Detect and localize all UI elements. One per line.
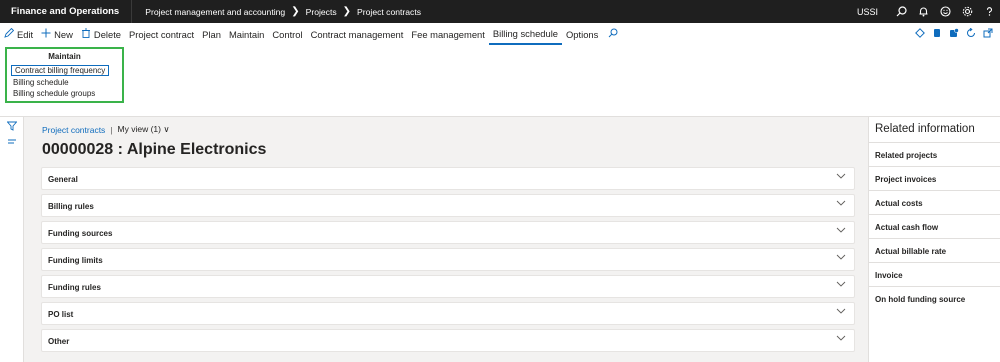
- edit-label: Edit: [17, 28, 34, 40]
- tab-project-contract[interactable]: Project contract: [125, 23, 198, 45]
- fasttab-funding-sources[interactable]: Funding sources: [41, 221, 855, 244]
- chevron-right-icon: ❯: [291, 6, 300, 17]
- topbar-right: USSI: [857, 0, 1000, 23]
- tab-fee-management[interactable]: Fee management: [407, 23, 488, 45]
- delete-label: Delete: [93, 28, 122, 40]
- tab-maintain[interactable]: Maintain: [225, 23, 268, 45]
- search-icon[interactable]: [608, 28, 618, 41]
- fasttab-po-list[interactable]: PO list: [41, 302, 855, 325]
- billing-schedule-groups-button[interactable]: Billing schedule groups: [13, 89, 95, 98]
- fasttab-funding-limits[interactable]: Funding limits: [41, 248, 855, 271]
- chevron-down-icon: [836, 334, 846, 344]
- attachment-icon[interactable]: [945, 27, 962, 41]
- group-title: Maintain: [48, 52, 81, 61]
- fasttab-label: Funding rules: [48, 283, 101, 292]
- view-selector[interactable]: My view (1) ∨: [118, 124, 170, 135]
- fasttab-general[interactable]: General: [41, 167, 855, 190]
- office-icon[interactable]: [928, 28, 945, 41]
- tab-plan[interactable]: Plan: [198, 23, 225, 45]
- maintain-group-highlight: Maintain Contract billing frequency Bill…: [5, 47, 124, 103]
- view-label: My view (1): [117, 124, 161, 134]
- actual-billable-rate-link[interactable]: Actual billable rate: [869, 238, 1000, 262]
- fasttab-label: PO list: [48, 310, 74, 319]
- on-hold-funding-source-link[interactable]: On hold funding source: [869, 286, 1000, 310]
- search-icon[interactable]: [890, 0, 912, 23]
- chevron-down-icon: [836, 307, 846, 317]
- chevron-down-icon: ∨: [163, 124, 170, 134]
- fasttab-billing-rules[interactable]: Billing rules: [41, 194, 855, 217]
- new-button[interactable]: New: [37, 23, 77, 45]
- pencil-icon: [4, 27, 15, 41]
- related-projects-link[interactable]: Related projects: [869, 142, 1000, 166]
- fasttab-other[interactable]: Other: [41, 329, 855, 352]
- tab-contract-management[interactable]: Contract management: [307, 23, 408, 45]
- top-nav-bar: Finance and Operations Project managemen…: [0, 0, 1000, 23]
- ribbon-panel: Maintain Contract billing frequency Bill…: [0, 45, 1000, 117]
- fasttab-label: Billing rules: [48, 202, 94, 211]
- smiley-icon[interactable]: [934, 0, 956, 23]
- fasttab-funding-rules[interactable]: Funding rules: [41, 275, 855, 298]
- chevron-down-icon: [836, 253, 846, 263]
- related-info-title: Related information: [875, 123, 975, 135]
- delete-button[interactable]: Delete: [77, 23, 125, 45]
- crumb-project-contracts[interactable]: Project contracts: [357, 7, 421, 17]
- tab-control[interactable]: Control: [268, 23, 306, 45]
- breadcrumb-separator: |: [110, 124, 113, 135]
- trash-icon: [81, 28, 91, 41]
- fasttab-label: Other: [48, 337, 70, 346]
- diamond-icon[interactable]: [911, 27, 928, 41]
- edit-button[interactable]: Edit: [0, 23, 37, 45]
- new-label: New: [54, 28, 73, 40]
- open-new-window-icon[interactable]: [979, 28, 996, 41]
- fasttab-label: Funding sources: [48, 229, 113, 238]
- action-pane-tools: [911, 23, 996, 45]
- contract-billing-frequency-button[interactable]: Contract billing frequency: [11, 65, 110, 76]
- tab-billing-schedule[interactable]: Billing schedule: [488, 23, 563, 45]
- nav-breadcrumb: Project management and accounting ❯ Proj…: [132, 6, 421, 17]
- chevron-down-icon: [836, 172, 846, 182]
- crumb-projects[interactable]: Projects: [306, 7, 337, 17]
- chevron-down-icon: [836, 280, 846, 290]
- refresh-icon[interactable]: [962, 27, 979, 41]
- chevron-down-icon: [836, 199, 846, 209]
- action-pane: Edit New Delete Project contract Plan Ma…: [0, 23, 1000, 45]
- main-content: Project contracts | My view (1) ∨ 000000…: [24, 117, 868, 362]
- invoice-link[interactable]: Invoice: [869, 262, 1000, 286]
- company-picker[interactable]: USSI: [857, 7, 878, 17]
- billing-schedule-button[interactable]: Billing schedule: [13, 78, 69, 87]
- page-breadcrumb: Project contracts | My view (1) ∨: [42, 124, 170, 135]
- actual-cash-flow-link[interactable]: Actual cash flow: [869, 214, 1000, 238]
- related-information-pane: Related information Related projects Pro…: [868, 117, 1000, 362]
- list-icon[interactable]: [0, 137, 23, 149]
- project-invoices-link[interactable]: Project invoices: [869, 166, 1000, 190]
- fasttab-label: General: [48, 175, 78, 184]
- gear-icon[interactable]: [956, 0, 978, 23]
- app-title[interactable]: Finance and Operations: [0, 0, 133, 23]
- actual-costs-link[interactable]: Actual costs: [869, 190, 1000, 214]
- chevron-right-icon: ❯: [342, 6, 352, 17]
- filter-icon[interactable]: [0, 121, 23, 133]
- tab-options[interactable]: Options: [562, 23, 602, 45]
- project-contracts-link[interactable]: Project contracts: [42, 125, 105, 135]
- help-icon[interactable]: [978, 0, 1000, 23]
- crumb-module[interactable]: Project management and accounting: [145, 7, 285, 17]
- bell-icon[interactable]: [912, 0, 934, 23]
- plus-icon: [41, 28, 51, 41]
- left-rail: [0, 117, 24, 362]
- chevron-down-icon: [836, 226, 846, 236]
- page-title: 00000028 : Alpine Electronics: [42, 141, 267, 158]
- fasttab-label: Funding limits: [48, 256, 103, 265]
